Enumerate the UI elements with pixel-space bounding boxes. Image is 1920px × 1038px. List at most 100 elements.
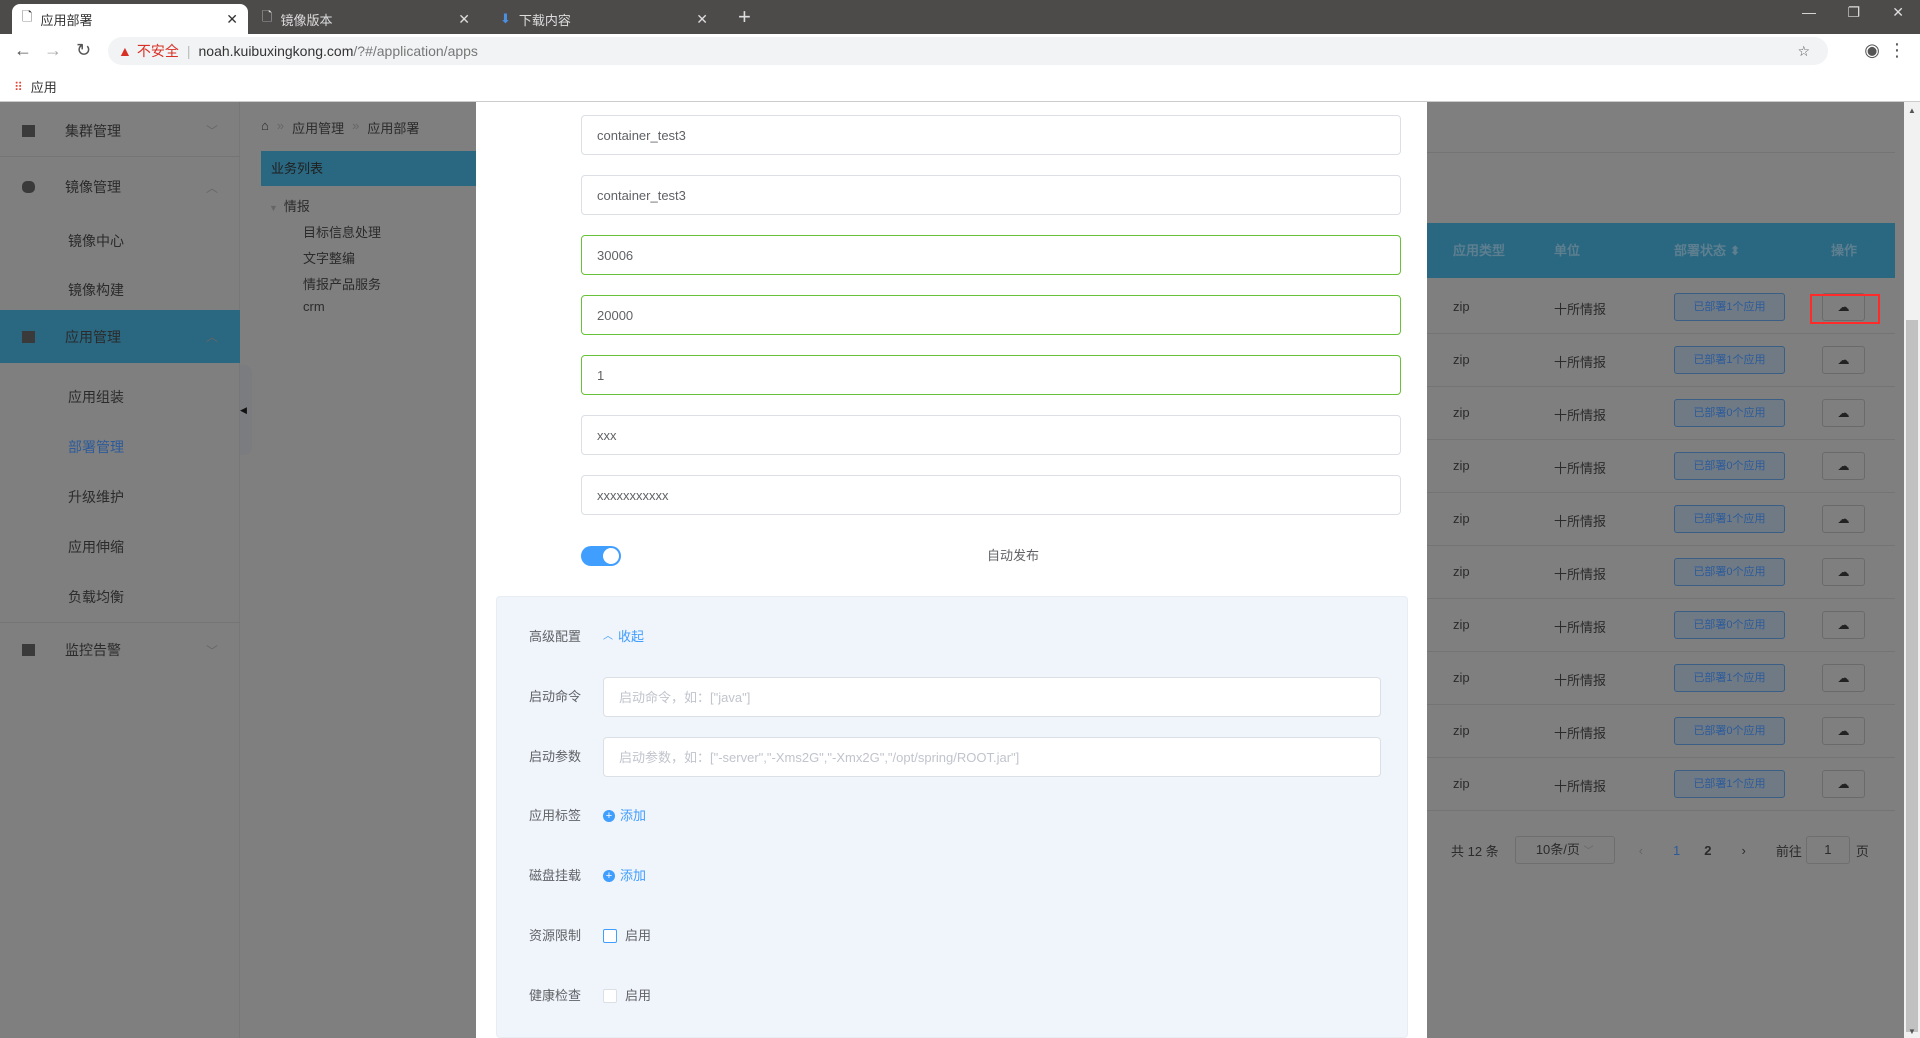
tab-image-version[interactable]: 🗋 镜像版本 ✕	[252, 4, 480, 34]
scroll-down-icon[interactable]: ▼	[1908, 1027, 1916, 1036]
sidebar-item-image-build[interactable]: 镜像构建	[0, 264, 240, 316]
bookmark-apps[interactable]: ⠿ 应用	[14, 77, 57, 96]
deploy-status-button[interactable]: 已部署1个应用	[1674, 505, 1785, 533]
deploy-status-button[interactable]: 已部署1个应用	[1674, 770, 1785, 798]
restore-button[interactable]: ❐	[1847, 4, 1860, 21]
breadcrumb-item[interactable]: 应用管理	[292, 118, 344, 137]
reload-icon[interactable]: ↻	[76, 40, 91, 61]
resource-limit-checkbox[interactable]: 启用	[603, 916, 651, 956]
deploy-status-button[interactable]: 已部署0个应用	[1674, 399, 1785, 427]
divider	[1427, 757, 1895, 758]
upload-button[interactable]: ☁	[1822, 770, 1865, 798]
upload-button[interactable]: ☁	[1822, 611, 1865, 639]
tree-node-root[interactable]: ▼ 情报	[269, 196, 310, 215]
tree-node[interactable]: 文字整编	[303, 248, 355, 267]
column-header-status[interactable]: 部署状态 ⬍	[1674, 223, 1741, 278]
url-input[interactable]: ▲ 不安全 | noah.kuibuxingkong.com/?#/applic…	[108, 37, 1828, 65]
field-input[interactable]	[581, 115, 1401, 155]
start-args-input[interactable]	[603, 737, 1381, 777]
deploy-status-button[interactable]: 已部署1个应用	[1674, 293, 1785, 321]
field-input[interactable]	[581, 235, 1401, 275]
forward-icon[interactable]: →	[44, 40, 62, 61]
browser-tab-bar: 🗋 应用部署 ✕ 🗋 镜像版本 ✕ ⬇ 下载内容 ✕ + — ❐ ✕	[0, 0, 1920, 34]
deploy-status-button[interactable]: 已部署1个应用	[1674, 346, 1785, 374]
deploy-status-button[interactable]: 已部署0个应用	[1674, 558, 1785, 586]
cloud-upload-icon: ☁	[1837, 671, 1850, 685]
divider	[1427, 598, 1895, 599]
sort-icon: ⬍	[1729, 243, 1741, 258]
sidebar-item-image-center[interactable]: 镜像中心	[0, 215, 240, 267]
upload-button[interactable]: ☁	[1822, 717, 1865, 745]
grid-icon	[22, 330, 35, 343]
menu-icon[interactable]: ⋮	[1888, 40, 1906, 61]
sidebar-group-cluster[interactable]: 集群管理 ﹀	[0, 105, 240, 157]
home-icon[interactable]: ⌂	[261, 118, 269, 137]
new-tab-button[interactable]: +	[738, 4, 751, 30]
business-tree-panel: ⌂ » 应用管理 » 应用部署 业务列表 ▼ 情报 目标信息处理 文字整编 情报产品服…	[241, 102, 476, 1038]
field-input[interactable]	[581, 415, 1401, 455]
start-command-input[interactable]	[603, 677, 1381, 717]
form-row: *应用端口	[476, 295, 1427, 335]
prev-page-button[interactable]: ‹	[1639, 843, 1643, 858]
upload-button[interactable]: ☁	[1822, 558, 1865, 586]
close-tab-icon[interactable]: ✕	[458, 11, 470, 28]
sidebar-group-monitor[interactable]: 监控告警 ﹀	[0, 624, 240, 676]
deploy-status-button[interactable]: 已部署0个应用	[1674, 717, 1785, 745]
tree-node[interactable]: crm	[303, 299, 325, 314]
health-check-checkbox[interactable]: 启用	[603, 976, 651, 1016]
collapse-advanced-button[interactable]: ︿ 收起	[603, 617, 644, 657]
deploy-status-button[interactable]: 已部署1个应用	[1674, 664, 1785, 692]
upload-button[interactable]: ☁	[1822, 664, 1865, 692]
sidebar-item-upgrade[interactable]: 升级维护	[0, 471, 240, 523]
scrollbar[interactable]: ▲ ▼	[1904, 102, 1920, 1038]
add-tag-button[interactable]: + 添加	[603, 796, 646, 836]
chevron-down-icon: ﹀	[205, 643, 218, 658]
next-page-button[interactable]: ›	[1742, 843, 1746, 858]
close-window-button[interactable]: ✕	[1892, 4, 1904, 21]
form-row: *副本数量	[476, 355, 1427, 395]
cloud-upload-icon: ☁	[1837, 724, 1850, 738]
divider	[1427, 386, 1895, 387]
goto-label: 前往	[1775, 843, 1802, 859]
back-icon[interactable]: ←	[14, 40, 32, 61]
scroll-up-icon[interactable]: ▲	[1908, 106, 1916, 115]
sidebar-item-scaling[interactable]: 应用伸缩	[0, 521, 240, 573]
upload-button[interactable]: ☁	[1822, 452, 1865, 480]
sidebar-item-app-assembly[interactable]: 应用组装	[0, 371, 240, 423]
account-icon[interactable]: ◉	[1864, 40, 1880, 61]
deploy-status-button[interactable]: 已部署0个应用	[1674, 611, 1785, 639]
close-tab-icon[interactable]: ✕	[696, 11, 708, 28]
field-input[interactable]	[581, 475, 1401, 515]
scrollbar-thumb[interactable]	[1906, 320, 1918, 1032]
chevron-up-icon: ︿	[205, 330, 218, 344]
cloud-upload-icon: ☁	[1837, 459, 1850, 473]
address-bar-row: ← → ↻ ▲ 不安全 | noah.kuibuxingkong.com/?#/…	[0, 34, 1920, 68]
field-input[interactable]	[581, 175, 1401, 215]
star-icon[interactable]: ☆	[1797, 43, 1810, 60]
add-disk-button[interactable]: + 添加	[603, 856, 646, 896]
tree-node[interactable]: 目标信息处理	[303, 222, 381, 241]
upload-button[interactable]: ☁	[1822, 399, 1865, 427]
page-size-select[interactable]: 10条/页 ﹀	[1514, 836, 1615, 864]
cell-type: zip	[1453, 617, 1470, 632]
sidebar-item-deploy-manage[interactable]: 部署管理	[0, 421, 240, 473]
upload-button[interactable]: ☁	[1822, 346, 1865, 374]
field-input[interactable]	[581, 295, 1401, 335]
health-check-label: 健康检查	[529, 988, 582, 1003]
upload-button[interactable]: ☁	[1822, 505, 1865, 533]
minimize-button[interactable]: —	[1802, 4, 1816, 20]
close-tab-icon[interactable]: ✕	[226, 11, 238, 28]
tree-node[interactable]: 情报产品服务	[303, 274, 381, 293]
page-2[interactable]: 2	[1704, 843, 1711, 858]
sidebar-item-load-balance[interactable]: 负载均衡	[0, 571, 240, 623]
advanced-config-label: 高级配置	[529, 629, 582, 644]
goto-page-input[interactable]: 1	[1805, 836, 1850, 864]
page-1[interactable]: 1	[1673, 843, 1680, 858]
tab-app-deploy[interactable]: 🗋 应用部署 ✕	[12, 4, 248, 34]
sidebar-group-image[interactable]: 镜像管理 ︿	[0, 161, 240, 213]
sidebar-group-app[interactable]: 应用管理 ︿	[0, 310, 240, 363]
auto-publish-toggle[interactable]	[581, 546, 621, 566]
tab-downloads[interactable]: ⬇ 下载内容 ✕	[490, 4, 718, 34]
deploy-status-button[interactable]: 已部署0个应用	[1674, 452, 1785, 480]
field-input[interactable]	[581, 355, 1401, 395]
